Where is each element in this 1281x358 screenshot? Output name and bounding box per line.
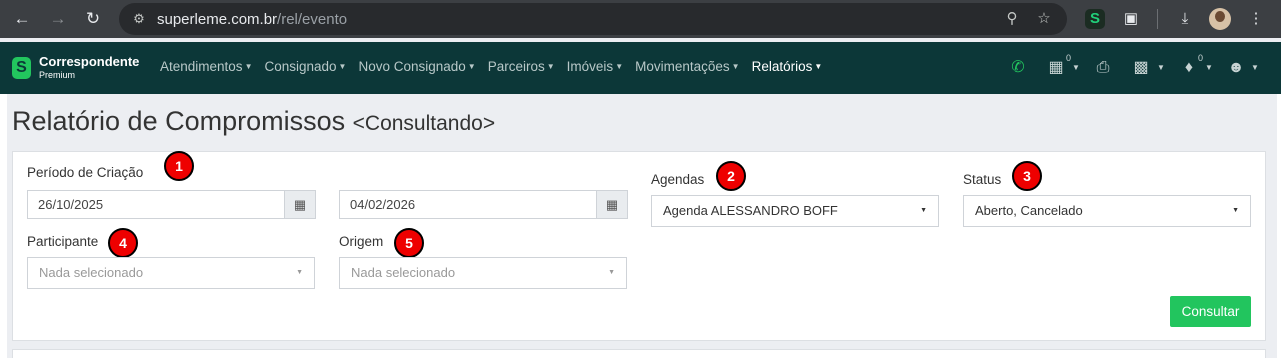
browser-toolbar: ← → ↻ ⚙ superleme.com.br/rel/evento ⚲ ☆ … bbox=[0, 0, 1281, 38]
whatsapp-icon[interactable]: ✆ bbox=[1008, 58, 1028, 78]
consultar-button[interactable]: Consultar bbox=[1170, 296, 1251, 327]
site-settings-icon[interactable]: ⚙ bbox=[131, 11, 147, 27]
date-end-input[interactable]: 04/02/2026 bbox=[339, 190, 596, 219]
periodo-label: Período de Criação bbox=[27, 165, 144, 180]
caret-down-icon: ▼ bbox=[244, 62, 253, 71]
calendar-picker-icon[interactable]: ▦ bbox=[596, 190, 628, 219]
menu-item-parceiros[interactable]: Parceiros ▼ bbox=[488, 59, 555, 77]
gift-icon[interactable]: ▩ bbox=[1131, 58, 1151, 78]
annotation-badge-3: 3 bbox=[1012, 161, 1042, 191]
agendas-select[interactable]: Agenda ALESSANDRO BOFF ▼ bbox=[651, 195, 939, 227]
annotation-badge-1: 1 bbox=[164, 151, 194, 181]
main-menu: Atendimentos ▼ Consignado ▼ Novo Consignad… bbox=[160, 59, 834, 77]
filter-panel bbox=[12, 151, 1266, 341]
url-text[interactable]: superleme.com.br/rel/evento bbox=[157, 11, 347, 28]
caret-down-icon: ▼ bbox=[615, 62, 624, 71]
agendas-label: Agendas bbox=[651, 172, 705, 187]
caret-down-icon: ▼ bbox=[467, 62, 476, 71]
caret-down-icon: ▼ bbox=[1157, 63, 1165, 72]
calendar-icon[interactable]: ▦ bbox=[1046, 58, 1066, 78]
menu-item-consignado[interactable]: Consignado ▼ bbox=[264, 59, 346, 77]
user-icon[interactable]: ☻ bbox=[1226, 58, 1246, 78]
star-icon[interactable]: ☆ bbox=[1035, 10, 1053, 28]
zoom-icon[interactable]: ⚲ bbox=[1003, 10, 1021, 28]
caret-down-icon: ▼ bbox=[1251, 63, 1259, 72]
brand-logo-icon[interactable]: S bbox=[12, 57, 31, 79]
back-icon[interactable]: ← bbox=[12, 9, 32, 29]
status-select[interactable]: Aberto, Cancelado ▼ bbox=[963, 195, 1251, 227]
caret-down-icon: ▼ bbox=[1232, 207, 1239, 214]
caret-down-icon: ▼ bbox=[1205, 63, 1213, 72]
print-icon[interactable]: ⎙ bbox=[1093, 58, 1113, 78]
agendas-select-value: Agenda ALESSANDRO BOFF bbox=[663, 203, 838, 218]
page-left-edge bbox=[0, 94, 7, 358]
reload-icon[interactable]: ↻ bbox=[83, 9, 103, 29]
download-icon[interactable]: ⤓ bbox=[1175, 9, 1195, 29]
results-panel bbox=[12, 349, 1266, 358]
origem-placeholder: Nada selecionado bbox=[351, 265, 456, 280]
page-subtitle: <Consultando> bbox=[352, 112, 496, 135]
status-select-value: Aberto, Cancelado bbox=[975, 203, 1083, 218]
date-start-group: 26/10/2025 ▦ bbox=[27, 190, 316, 219]
profile-avatar-icon[interactable] bbox=[1209, 8, 1231, 30]
caret-down-icon: ▼ bbox=[920, 207, 927, 214]
caret-down-icon: ▼ bbox=[546, 62, 555, 71]
caret-down-icon: ▼ bbox=[814, 62, 823, 71]
address-bar[interactable]: ⚙ superleme.com.br/rel/evento ⚲ ☆ bbox=[119, 3, 1067, 35]
status-label: Status bbox=[963, 172, 1002, 187]
page-title: Relatório de Compromissos <Consultando> bbox=[12, 106, 496, 136]
menu-item-atendimentos[interactable]: Atendimentos ▼ bbox=[160, 59, 252, 77]
brand-subtitle: Premium bbox=[39, 70, 76, 80]
annotation-badge-4: 4 bbox=[108, 228, 138, 258]
bell-icon[interactable]: ♦ bbox=[1179, 58, 1199, 78]
toolbar-divider bbox=[1157, 9, 1158, 29]
menu-item-novo-consignado[interactable]: Novo Consignado ▼ bbox=[358, 59, 475, 77]
annotation-badge-2: 2 bbox=[716, 161, 746, 191]
menu-item-relatorios[interactable]: Relatórios ▼ bbox=[752, 59, 823, 77]
date-start-input[interactable]: 26/10/2025 bbox=[27, 190, 284, 219]
annotation-badge-5: 5 bbox=[394, 228, 424, 258]
caret-down-icon: ▼ bbox=[296, 269, 303, 276]
forward-icon[interactable]: → bbox=[48, 9, 68, 29]
date-end-group: 04/02/2026 ▦ bbox=[339, 190, 628, 219]
calendar-picker-icon[interactable]: ▦ bbox=[284, 190, 316, 219]
participante-select[interactable]: Nada selecionado ▼ bbox=[27, 257, 315, 289]
caret-down-icon: ▼ bbox=[608, 269, 615, 276]
app-navbar: S Correspondente Premium Atendimentos ▼ C… bbox=[0, 42, 1281, 94]
extension-s-icon[interactable]: S bbox=[1085, 9, 1105, 29]
notification-count-badge: 0 bbox=[1198, 53, 1204, 63]
kebab-menu-icon[interactable]: ⋮ bbox=[1246, 9, 1266, 29]
caret-down-icon: ▼ bbox=[1072, 63, 1080, 72]
calendar-count-badge: 0 bbox=[1066, 53, 1072, 63]
scrollbar[interactable] bbox=[1277, 94, 1281, 358]
participante-placeholder: Nada selecionado bbox=[39, 265, 144, 280]
caret-down-icon: ▼ bbox=[731, 62, 740, 71]
origem-select[interactable]: Nada selecionado ▼ bbox=[339, 257, 627, 289]
menu-item-movimentacoes[interactable]: Movimentações ▼ bbox=[635, 59, 739, 77]
extensions-puzzle-icon[interactable]: ▣ bbox=[1121, 9, 1141, 29]
menu-item-imoveis[interactable]: Imóveis ▼ bbox=[567, 59, 623, 77]
caret-down-icon: ▼ bbox=[338, 62, 347, 71]
brand-name[interactable]: Correspondente bbox=[39, 54, 139, 69]
origem-label: Origem bbox=[339, 234, 384, 249]
participante-label: Participante bbox=[27, 234, 99, 249]
